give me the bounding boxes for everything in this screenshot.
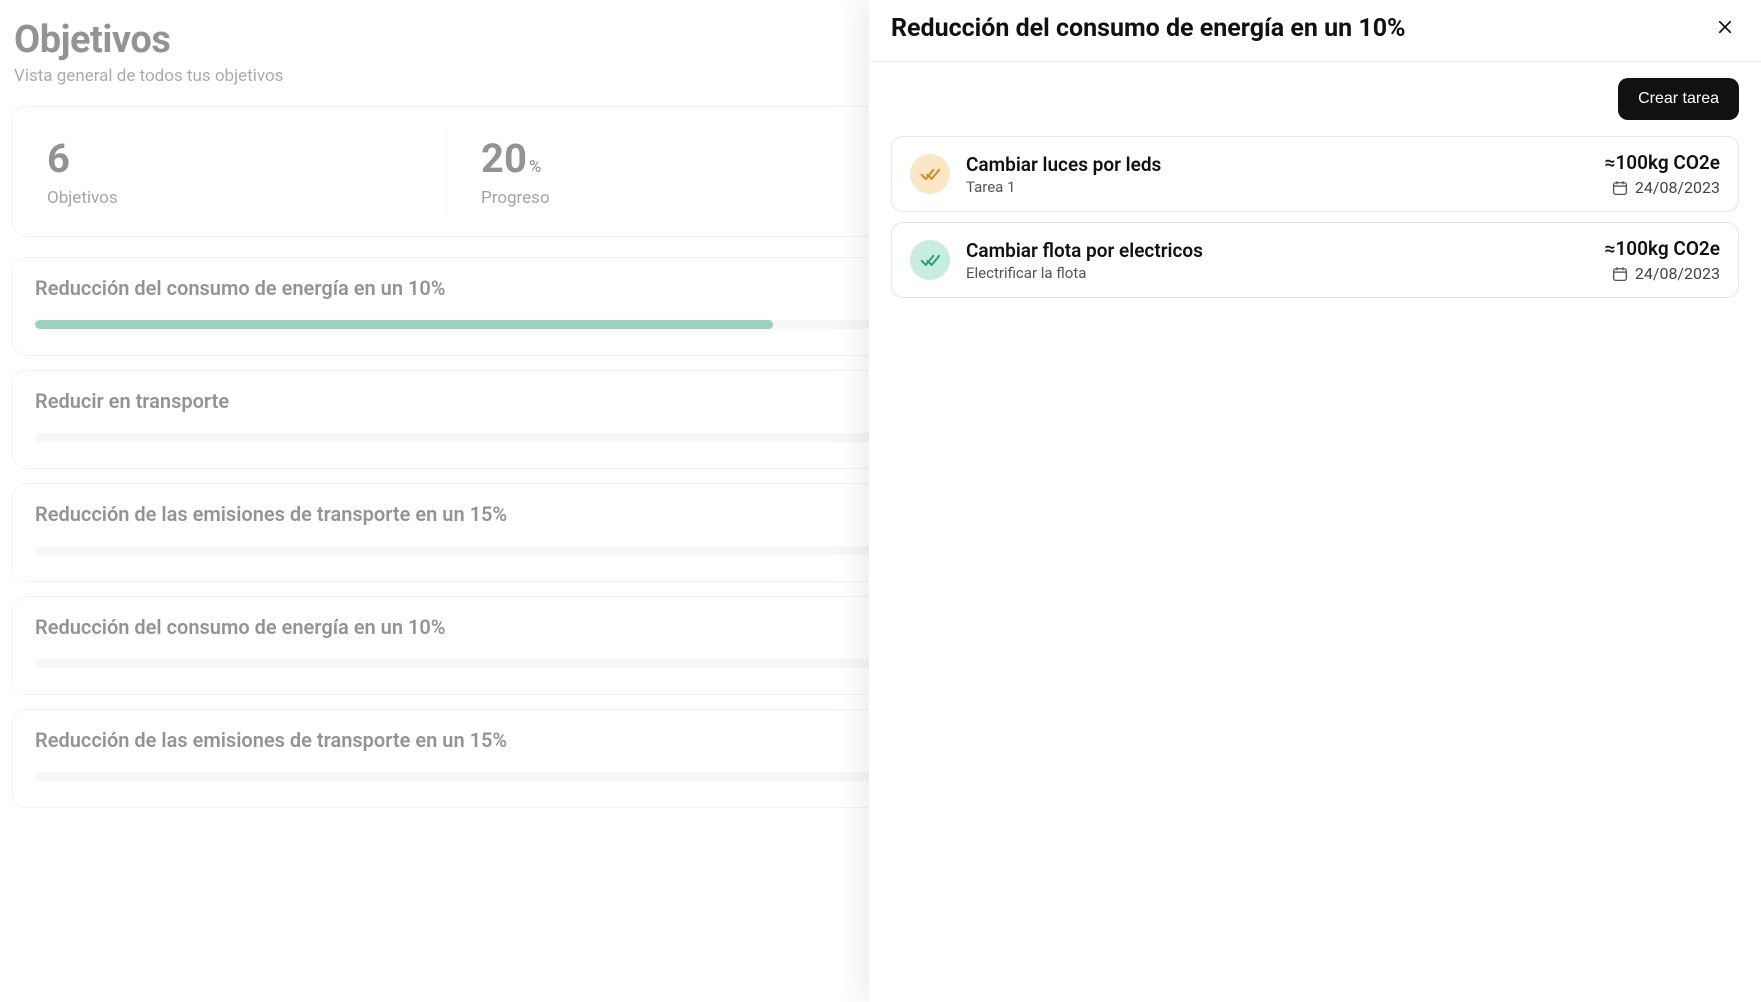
task-list: Cambiar luces por leds Tarea 1 ≈100kg CO2e… [869, 136, 1761, 298]
task-date: 24/08/2023 [1605, 178, 1720, 197]
calendar-icon [1611, 179, 1629, 197]
close-panel-button[interactable] [1711, 15, 1739, 43]
task-subtitle: Electrificar la flota [966, 264, 1589, 282]
double-check-icon [920, 164, 940, 184]
task-subtitle: Tarea 1 [966, 178, 1589, 196]
task-status-icon [910, 240, 950, 280]
task-metric: ≈100kg CO2e [1605, 237, 1720, 260]
task-title: Cambiar luces por leds [966, 153, 1589, 176]
calendar-icon [1611, 265, 1629, 283]
create-task-button[interactable]: Crear tarea [1618, 78, 1739, 120]
task-status-icon [910, 154, 950, 194]
close-icon [1716, 18, 1734, 36]
panel-title: Reducción del consumo de energía en un 1… [891, 14, 1406, 43]
task-card[interactable]: Cambiar flota por electricos Electrificar… [891, 222, 1739, 298]
objective-detail-panel: Reducción del consumo de energía en un 1… [869, 0, 1761, 1002]
task-title: Cambiar flota por electricos [966, 239, 1589, 262]
task-card[interactable]: Cambiar luces por leds Tarea 1 ≈100kg CO2e… [891, 136, 1739, 212]
task-metric: ≈100kg CO2e [1605, 151, 1720, 174]
double-check-icon [920, 250, 940, 270]
task-date: 24/08/2023 [1605, 264, 1720, 283]
